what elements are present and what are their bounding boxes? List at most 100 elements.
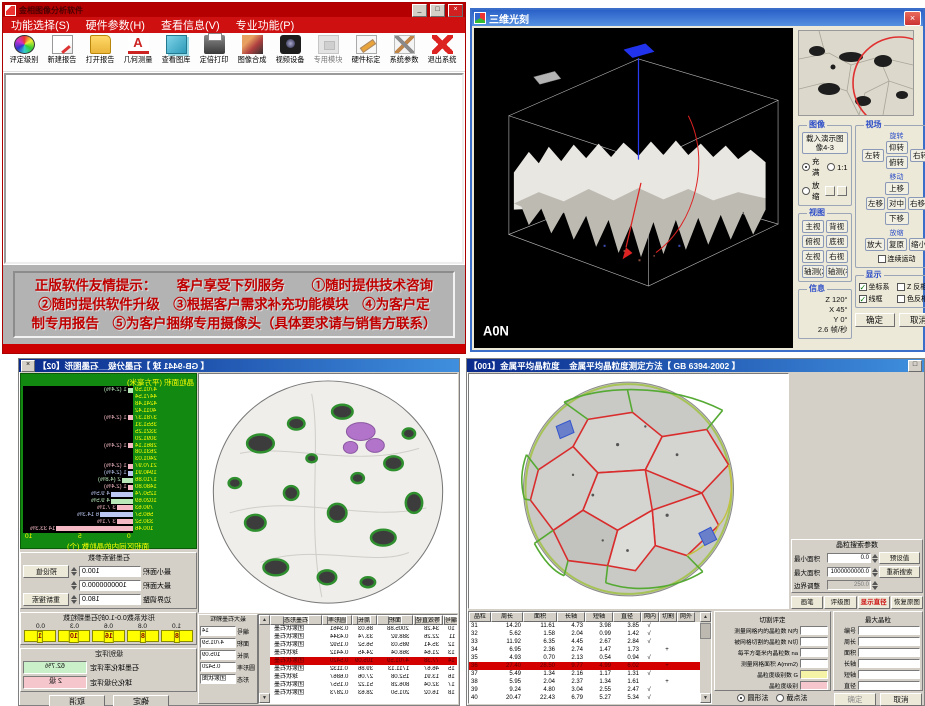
toolbar-button-camera[interactable]: 视频设备	[271, 35, 309, 64]
table-row[interactable]: 354.930.702.130.540.94√	[469, 654, 700, 662]
toolbar-button-printer[interactable]: 定倍打印	[195, 35, 233, 64]
toolbar-button-settings[interactable]: 系统参数	[385, 35, 423, 64]
spinner[interactable]	[71, 567, 77, 576]
table-row[interactable]: 团絮状石墨0.5420105.094701.5977.3814	[270, 657, 457, 665]
scroll-thumb[interactable]	[700, 623, 711, 639]
graphite-table[interactable]: 石墨形态圆形率周长面积等效直径编号团絮状石墨0.346186.032005.88…	[270, 615, 457, 703]
spinner[interactable]	[872, 568, 878, 577]
table-row[interactable]: 3627.4028.509.774.996.02+	[469, 662, 700, 670]
restore-button[interactable]: □	[908, 360, 922, 372]
toolbar-button-compose[interactable]: 图像合成	[233, 35, 271, 64]
table-row[interactable]: 375.491.342.161.171.31√	[469, 670, 700, 678]
toolbar-button-calibrate[interactable]: 硬件标定	[347, 35, 385, 64]
menu-item-3[interactable]: 查看信息(V)	[161, 17, 220, 33]
grain-table[interactable]: 晶粒周长面积长轴短轴直径网内切割网外3114.2011.614.733.983.…	[469, 612, 700, 703]
scale-minus-button[interactable]	[825, 186, 835, 196]
toolbar-button-measure[interactable]: 几何测量	[119, 35, 157, 64]
table-row[interactable]: 团絮状石墨0.113239.861711.1346.6715	[270, 665, 457, 673]
menu-item-1[interactable]: 功能选择(S)	[11, 17, 70, 33]
bl-search-field-2[interactable]: 1000000000.0	[79, 580, 141, 591]
zoom-button-2[interactable]: 复原	[887, 238, 907, 251]
tool-button-4[interactable]: 恢复原图	[891, 596, 923, 609]
rotate-right-button[interactable]: 右转	[910, 149, 925, 162]
zoom-button-1[interactable]: 放大	[865, 238, 885, 251]
table-row[interactable]: 团絮状石墨0.159256.52985.0335.4112	[270, 641, 457, 649]
bl-dialog-button-2[interactable]: 确定	[113, 695, 169, 706]
view-button-4[interactable]: 底视	[826, 235, 848, 248]
bl-titlebar[interactable]: × 【 GB-9441 球 】石墨分级__石墨图形【02】	[19, 359, 459, 372]
table-row[interactable]: 346.952.362.741.471.73+	[469, 646, 700, 654]
br-titlebar[interactable]: 【001】金属平均晶粒度__金属平均晶粒度测定方法【 GB 6394-2002 …	[467, 359, 924, 372]
toolbar-button-open-folder[interactable]: 打开报告	[81, 35, 119, 64]
table-scrollbar[interactable]: ▲ ▼	[259, 615, 270, 703]
move-up-button[interactable]: 上移	[885, 182, 909, 195]
move-mid-button-2[interactable]: 对中	[887, 197, 906, 210]
table-row[interactable]: 球状石墨0.686727.06152.0813.9116	[270, 673, 457, 681]
toolbar-button-exit[interactable]: 退出系统	[423, 35, 461, 64]
maximize-button[interactable]: □	[430, 4, 445, 17]
grain-micrograph[interactable]	[468, 373, 789, 609]
workspace-area[interactable]	[4, 73, 464, 264]
radio-button[interactable]	[737, 694, 745, 702]
rotate-down-button[interactable]: 俯转	[886, 156, 908, 169]
load-demo-image-button[interactable]: 载入演示图像4-3	[802, 132, 848, 154]
scroll-down-arrow[interactable]: ▼	[700, 693, 711, 703]
checkbox[interactable]	[897, 295, 905, 303]
view-button-1[interactable]: 主视	[802, 220, 824, 233]
tr-titlebar[interactable]: 三维光刻 ×	[472, 10, 923, 26]
bl-search-field-1[interactable]: 100.0	[79, 566, 141, 577]
scroll-up-arrow[interactable]: ▲	[259, 615, 270, 625]
close-button[interactable]: ×	[21, 360, 35, 372]
view-button-7[interactable]: 轴测(左)	[802, 265, 824, 278]
close-button[interactable]: ×	[448, 4, 463, 17]
cancel-button[interactable]: 取消	[880, 693, 922, 706]
move-mid-button-3[interactable]: 右移	[908, 197, 925, 210]
bl-search-button-1[interactable]: 预设值	[23, 565, 69, 578]
rotate-up-button[interactable]: 仰转	[886, 141, 908, 154]
table-row[interactable]: 3114.2011.614.733.983.85√	[469, 622, 700, 630]
bl-dialog-button-1[interactable]: 取消	[49, 695, 105, 706]
br-search-field-1[interactable]: 0.0	[827, 553, 871, 563]
tool-button-2[interactable]: 评级图	[824, 596, 856, 609]
continuous-motion-checkbox[interactable]	[878, 255, 886, 263]
view-button-2[interactable]: 背视	[826, 220, 848, 233]
table-row[interactable]: 385.952.042.371.341.61+	[469, 678, 700, 686]
table-row[interactable]: 325.621.582.040.991.42√	[469, 630, 700, 638]
bl-search-button-3[interactable]: 重新搜索	[23, 593, 69, 606]
fit-radio[interactable]	[802, 163, 810, 171]
bl-search-field-3[interactable]: 180.0	[79, 594, 141, 605]
view-button-8[interactable]: 轴测(右)	[826, 265, 848, 278]
tool-button-1[interactable]: 画笔	[791, 596, 823, 609]
spinner[interactable]	[872, 554, 878, 563]
graphite-micrograph[interactable]	[198, 373, 458, 613]
close-button[interactable]: ×	[904, 11, 921, 26]
toolbar-button-new-report[interactable]: 新建报告	[43, 35, 81, 64]
table-row[interactable]: 团絮状石墨0.155751.22806.2832.0417	[270, 681, 457, 689]
table-row[interactable]: 4020.4722.436.795.275.34√	[469, 694, 700, 702]
checkbox[interactable]: ✓	[859, 283, 867, 291]
br-search-button-2[interactable]: 重新搜索	[879, 566, 920, 578]
cancel-button[interactable]: 取消	[899, 313, 925, 327]
br-search-field-2[interactable]: 1000000000.0	[827, 567, 871, 577]
menu-item-4[interactable]: 专业功能(P)	[236, 17, 295, 33]
spinner[interactable]	[872, 581, 878, 590]
view-button-3[interactable]: 俯视	[802, 235, 824, 248]
scroll-down-arrow[interactable]: ▼	[259, 693, 270, 703]
ok-button[interactable]: 确定	[834, 693, 876, 706]
table-row[interactable]: 3311.926.354.452.672.84√	[469, 638, 700, 646]
scale-plus-button[interactable]	[837, 186, 847, 196]
checkbox[interactable]	[897, 283, 905, 291]
table-scrollbar[interactable]: ▲ ▼	[700, 612, 711, 703]
toolbar-button-gallery[interactable]: 查看图库	[157, 35, 195, 64]
move-mid-button-1[interactable]: 左移	[866, 197, 885, 210]
zoom-button-3[interactable]: 缩小	[909, 238, 925, 251]
move-down-button[interactable]: 下移	[885, 212, 909, 225]
view-button-5[interactable]: 左视	[802, 250, 824, 263]
br-search-button-1[interactable]: 预设值	[879, 552, 920, 564]
table-row[interactable]: 团絮状石墨0.346186.032005.8834.2810	[270, 625, 457, 633]
table-row[interactable]: 团絮状石墨0.287328.63201.5016.0218	[270, 689, 457, 697]
ok-button[interactable]: 确定	[855, 313, 895, 327]
checkbox[interactable]: ✓	[859, 295, 867, 303]
tl-titlebar[interactable]: 金相图像分析软件 _ □ ×	[3, 3, 465, 17]
radio-button[interactable]	[776, 694, 784, 702]
